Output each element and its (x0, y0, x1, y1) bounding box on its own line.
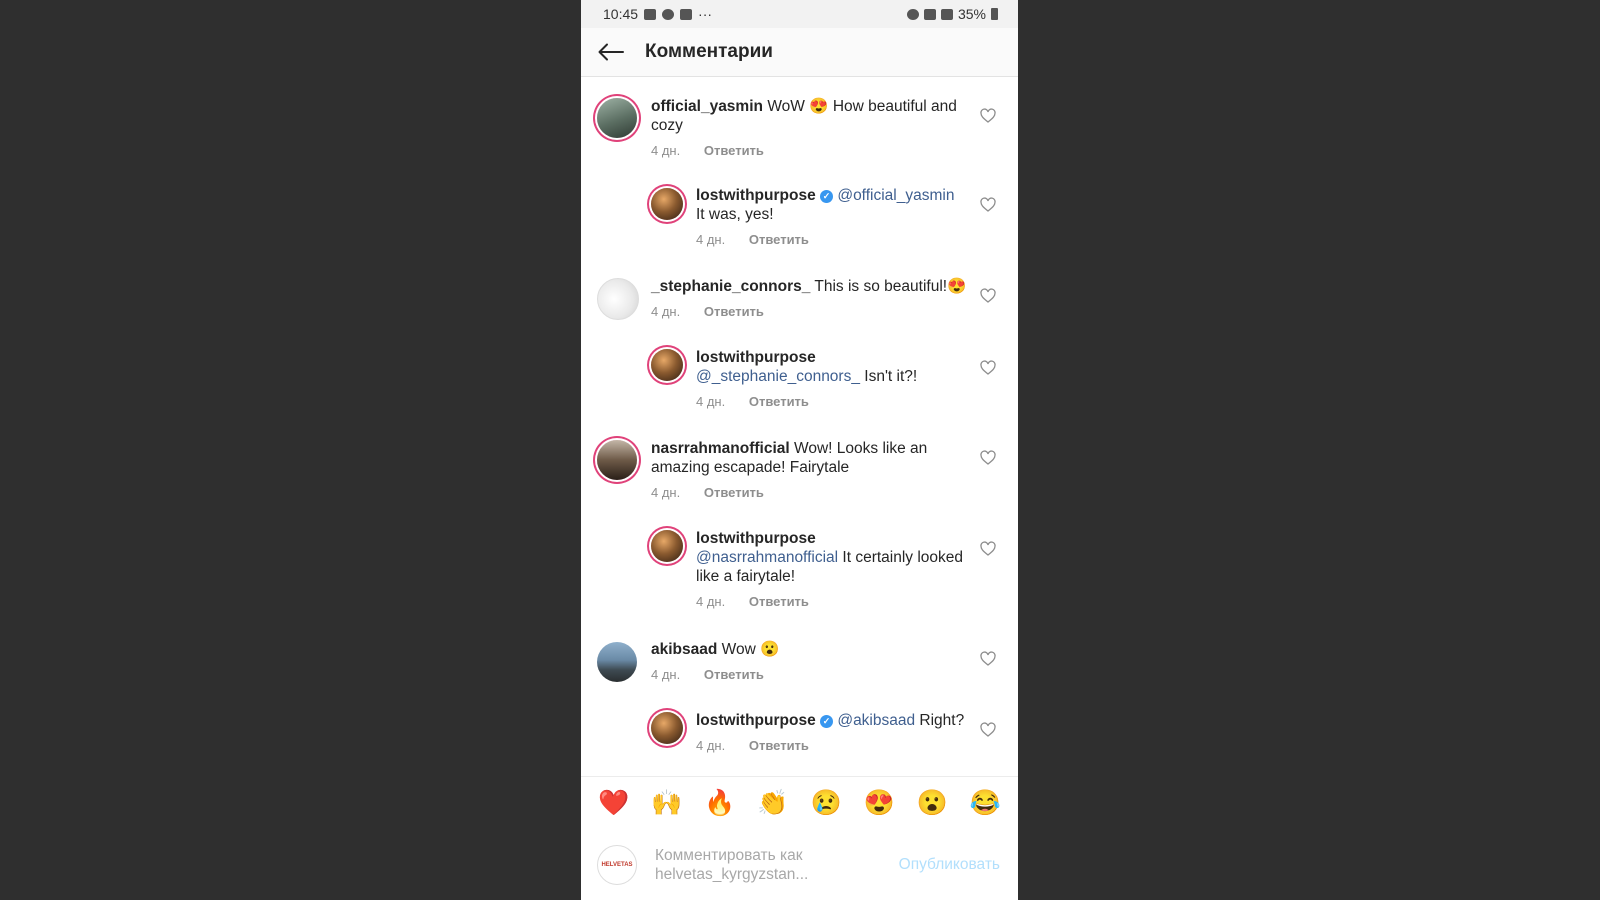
comment-meta: 4 дн. Ответить (651, 302, 972, 321)
comment-body: akibsaad Wow 😮 4 дн. Ответить (651, 640, 966, 684)
comment-mention[interactable]: @nasrrahmanofficial (696, 549, 838, 566)
back-button[interactable] (581, 28, 641, 76)
comment-body: lostwithpurpose ✓ @akibsaad Right? 4 дн.… (696, 711, 966, 755)
comment-username[interactable]: _stephanie_connors_ (651, 278, 810, 295)
battery-percent: 35% (957, 6, 986, 22)
reply-button[interactable]: Ответить (749, 394, 809, 409)
comment-meta: 4 дн. Ответить (651, 483, 966, 502)
battery-icon (991, 8, 998, 20)
heart-icon[interactable] (980, 541, 996, 557)
emoji-laughing[interactable]: 😂 (970, 790, 1001, 816)
comment-text: It was, yes! (696, 206, 774, 223)
facebook-icon (662, 8, 675, 20)
comment-username[interactable]: lostwithpurpose (696, 712, 816, 729)
heart-icon[interactable] (980, 108, 996, 124)
emoji-raised-hands[interactable]: 🙌 (651, 790, 682, 816)
comment-age: 4 дн. (696, 394, 726, 409)
comment-username[interactable]: akibsaad (651, 641, 717, 658)
alarm-icon (906, 8, 919, 20)
comment-age: 4 дн. (651, 304, 681, 319)
heart-icon[interactable] (980, 450, 996, 466)
reply-button[interactable]: Ответить (749, 594, 809, 609)
reply-button[interactable]: Ответить (749, 738, 809, 753)
reply-button[interactable]: Ответить (704, 667, 764, 682)
verified-badge-icon: ✓ (820, 190, 834, 203)
comment-age: 4 дн. (696, 594, 726, 609)
avatar[interactable] (597, 278, 639, 320)
avatar[interactable] (651, 349, 683, 381)
weather-icon (680, 8, 693, 20)
reply-button[interactable]: Ответить (704, 485, 764, 500)
comment-body: _stephanie_connors_ This is so beautiful… (651, 277, 972, 321)
comment-mention[interactable]: @official_yasmin (837, 187, 954, 204)
emoji-surprised[interactable]: 😮 (917, 790, 948, 816)
comment-username[interactable]: official_yasmin (651, 98, 763, 115)
comment-age: 4 дн. (696, 232, 726, 247)
comment-age: 4 дн. (651, 667, 681, 682)
more-notifications-icon: ··· (698, 6, 713, 22)
comment-username[interactable]: nasrrahmanofficial (651, 440, 790, 457)
status-bar: 10:45 ··· 35% (581, 0, 1018, 28)
comment-composer: HELVETAS Комментировать как helvetas_kyr… (581, 829, 1018, 900)
comment-mention[interactable]: @_stephanie_connors_ (696, 368, 860, 385)
heart-icon[interactable] (980, 197, 996, 213)
comment-body: lostwithpurpose ✓ @official_yasmin It wa… (696, 186, 966, 249)
comment-body: lostwithpurpose @_stephanie_connors_ Isn… (696, 348, 966, 411)
status-time: 10:45 (603, 6, 639, 22)
comment-body: lostwithpurpose @nasrrahmanofficial It c… (696, 529, 966, 611)
comment-age: 4 дн. (651, 143, 681, 158)
heart-icon[interactable] (980, 288, 996, 304)
emoji-heart-eyes[interactable]: 😍 (864, 790, 895, 816)
verified-badge-icon: ✓ (820, 715, 834, 728)
quick-emoji-bar: ❤️ 🙌 🔥 👏 😢 😍 😮 😂 (581, 776, 1018, 830)
comment-age: 4 дн. (651, 485, 681, 500)
comment-text: This is so beautiful!😍 (814, 278, 967, 295)
heart-icon[interactable] (980, 360, 996, 376)
comment-meta: 4 дн. Ответить (696, 230, 966, 249)
comment-username[interactable]: lostwithpurpose (696, 349, 816, 366)
comment-age: 4 дн. (696, 738, 726, 753)
arrow-left-icon (598, 43, 624, 61)
avatar[interactable] (597, 98, 637, 138)
comment-body: official_yasmin WoW 😍 How beautiful and … (651, 97, 966, 160)
heart-icon[interactable] (980, 651, 996, 667)
avatar[interactable] (597, 642, 637, 682)
publish-button[interactable]: Опубликовать (899, 856, 1000, 874)
emoji-crying[interactable]: 😢 (810, 790, 841, 816)
comment-text: Isn't it?! (864, 368, 918, 385)
comment-text: Wow 😮 (721, 641, 780, 658)
emoji-clap[interactable]: 👏 (757, 790, 788, 816)
comment-mention[interactable]: @akibsaad (837, 712, 915, 729)
wifi-icon (923, 8, 936, 20)
comment-input[interactable]: Комментировать как helvetas_kyrgyzstan..… (655, 846, 855, 884)
comment-meta: 4 дн. Ответить (696, 592, 966, 611)
emoji-heart[interactable]: ❤️ (598, 790, 629, 816)
top-bar: Комментарии (581, 28, 1018, 77)
comment-meta: 4 дн. Ответить (696, 736, 966, 755)
comment-body: nasrrahmanofficial Wow! Looks like an am… (651, 439, 966, 502)
avatar[interactable] (651, 188, 683, 220)
emoji-fire[interactable]: 🔥 (704, 790, 735, 816)
comment-text: Right? (919, 712, 965, 729)
reply-button[interactable]: Ответить (704, 304, 764, 319)
comment-meta: 4 дн. Ответить (651, 665, 966, 684)
heart-icon[interactable] (980, 722, 996, 738)
comment-meta: 4 дн. Ответить (651, 141, 966, 160)
current-user-avatar: HELVETAS (597, 844, 637, 885)
avatar[interactable] (651, 712, 683, 744)
reply-button[interactable]: Ответить (749, 232, 809, 247)
comment-meta: 4 дн. Ответить (696, 392, 966, 411)
comment-username[interactable]: lostwithpurpose (696, 530, 816, 547)
phone-screen: 10:45 ··· 35% Комментарии official_yasmi (581, 0, 1018, 900)
gallery-icon (644, 8, 657, 20)
comment-username[interactable]: lostwithpurpose (696, 187, 816, 204)
page-title: Комментарии (645, 41, 773, 62)
reply-button[interactable]: Ответить (704, 143, 764, 158)
avatar-logo-text: HELVETAS (601, 861, 633, 868)
avatar[interactable] (651, 530, 683, 562)
avatar[interactable] (597, 440, 637, 480)
signal-icon (940, 8, 953, 20)
